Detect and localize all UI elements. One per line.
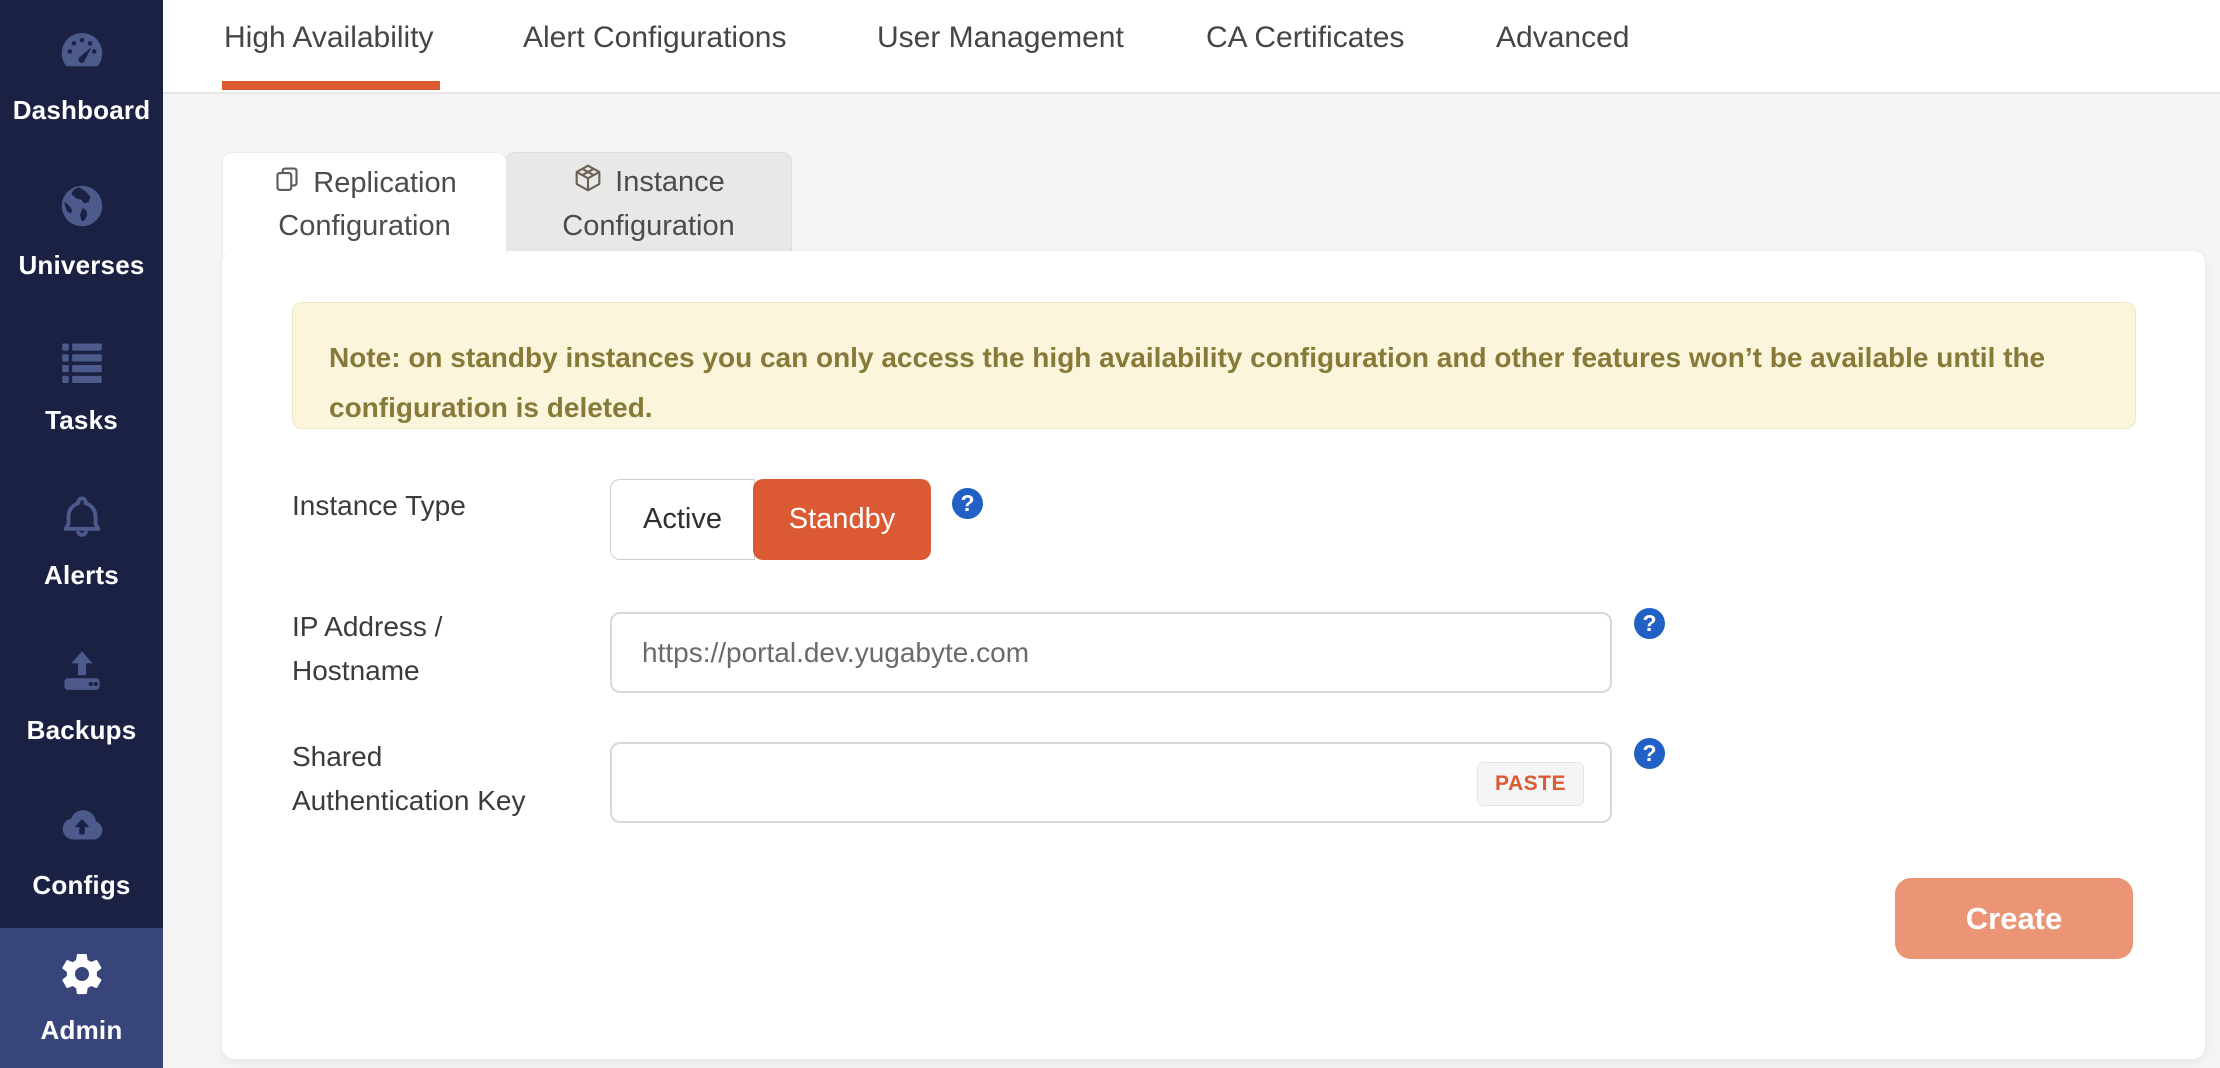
sidebar: Dashboard Universes	[0, 0, 163, 1068]
subtab-label-line1: Instance	[615, 164, 725, 200]
auth-key-label-line1: Shared	[292, 735, 526, 779]
sidebar-item-label: Tasks	[45, 405, 118, 436]
screen: Dashboard Universes	[0, 0, 2220, 1068]
tab-user-management[interactable]: User Management	[877, 21, 1124, 55]
gear-icon	[58, 950, 106, 1003]
subtab-replication-configuration[interactable]: Replication Configuration	[222, 152, 507, 254]
sidebar-item-dashboard[interactable]: Dashboard	[0, 0, 163, 150]
top-tab-bar: High Availability Alert Configurations U…	[163, 0, 2220, 94]
tab-ca-certificates[interactable]: CA Certificates	[1206, 21, 1404, 55]
sidebar-item-backups[interactable]: Backups	[0, 620, 163, 770]
auth-key-label-line2: Authentication Key	[292, 779, 526, 823]
ip-address-label-line1: IP Address /	[292, 605, 442, 649]
create-button[interactable]: Create	[1895, 878, 2133, 959]
upload-drive-icon	[55, 644, 109, 703]
sidebar-item-configs[interactable]: Configs	[0, 775, 163, 925]
ip-address-input[interactable]	[610, 612, 1612, 693]
task-list-icon	[55, 334, 109, 393]
auth-key-input[interactable]	[610, 742, 1612, 823]
instance-type-label: Instance Type	[292, 484, 466, 528]
ip-address-label: IP Address / Hostname	[292, 605, 442, 693]
toggle-option-label: Active	[643, 503, 722, 536]
sidebar-item-label: Universes	[18, 250, 144, 281]
subtab-label-line2: Configuration	[562, 208, 735, 244]
ip-address-help-icon[interactable]: ?	[1634, 608, 1665, 639]
ip-address-label-line2: Hostname	[292, 649, 442, 693]
auth-key-label: Shared Authentication Key	[292, 735, 526, 823]
paste-button[interactable]: PASTE	[1477, 762, 1584, 806]
sidebar-item-label: Configs	[32, 870, 130, 901]
sidebar-item-label: Backups	[27, 715, 137, 746]
sidebar-item-label: Admin	[41, 1015, 123, 1046]
tab-high-availability[interactable]: High Availability	[224, 21, 434, 55]
active-tab-indicator	[222, 81, 440, 90]
auth-key-help-icon[interactable]: ?	[1634, 738, 1665, 769]
instance-type-help-icon[interactable]: ?	[952, 488, 983, 519]
subtab-instance-configuration[interactable]: Instance Configuration	[505, 152, 792, 252]
toggle-option-label: Standby	[789, 503, 895, 536]
bell-icon	[55, 489, 109, 548]
tab-alert-configurations[interactable]: Alert Configurations	[523, 21, 786, 55]
standby-note-banner: Note: on standby instances you can only …	[292, 302, 2136, 429]
globe-icon	[55, 179, 109, 238]
instance-type-standby-button[interactable]: Standby	[753, 479, 931, 560]
sidebar-item-alerts[interactable]: Alerts	[0, 465, 163, 615]
sidebar-item-tasks[interactable]: Tasks	[0, 310, 163, 460]
copy-icon	[272, 164, 302, 203]
tab-advanced[interactable]: Advanced	[1496, 21, 1629, 55]
cloud-upload-icon	[55, 799, 109, 858]
high-availability-panel: Note: on standby instances you can only …	[222, 251, 2205, 1059]
sidebar-item-label: Dashboard	[13, 95, 151, 126]
gauge-icon	[55, 24, 109, 83]
instance-type-active-button[interactable]: Active	[610, 479, 755, 560]
cube-icon	[572, 162, 604, 203]
sidebar-item-label: Alerts	[44, 560, 119, 591]
subtab-label-line1: Replication	[313, 165, 456, 201]
sidebar-item-universes[interactable]: Universes	[0, 155, 163, 305]
subtab-label-line2: Configuration	[278, 208, 451, 244]
sidebar-item-admin[interactable]: Admin	[0, 928, 163, 1068]
note-text: Note: on standby instances you can only …	[329, 342, 2045, 423]
auth-key-field: PASTE	[610, 742, 1610, 823]
instance-type-toggle: Active Standby	[610, 479, 931, 560]
